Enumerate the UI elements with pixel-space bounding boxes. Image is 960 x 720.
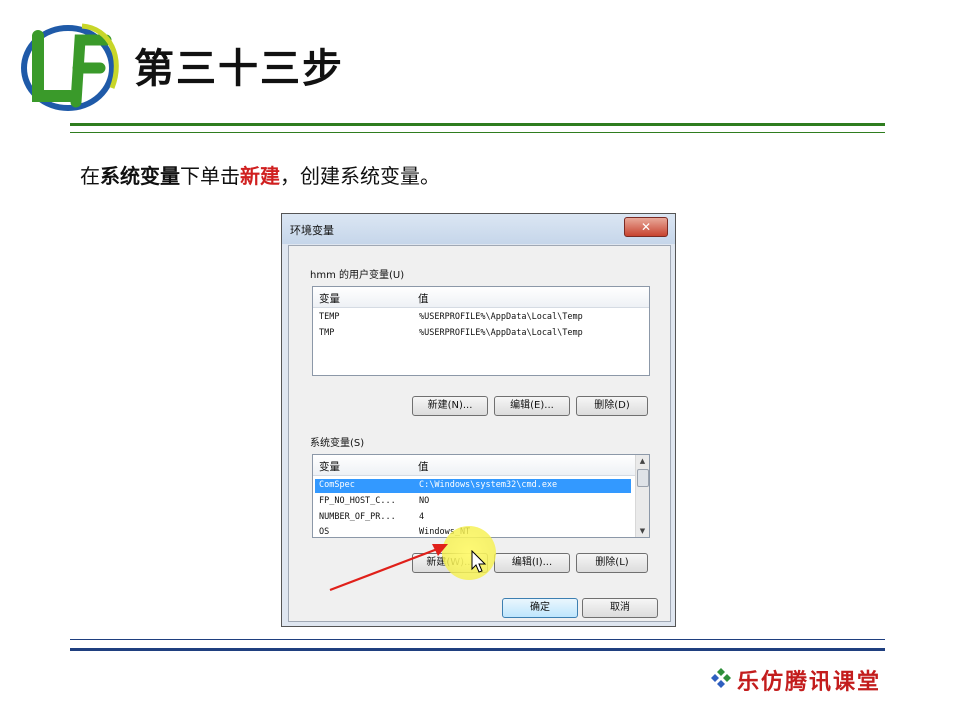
footer-divider	[70, 648, 885, 651]
var-name: TMP	[319, 328, 335, 338]
vertical-scrollbar[interactable]: ▲ ▼	[635, 455, 649, 537]
var-name: ComSpec	[319, 480, 355, 490]
user-new-button[interactable]: 新建(N)...	[412, 396, 488, 416]
list-header: 变量 值	[313, 455, 649, 476]
list-item[interactable]: TMP %USERPROFILE%\AppData\Local\Temp	[315, 327, 645, 341]
user-edit-button[interactable]: 编辑(E)...	[494, 396, 570, 416]
column-header-variable[interactable]: 变量	[319, 291, 340, 306]
ok-button[interactable]: 确定	[502, 598, 578, 618]
var-value: 4	[419, 512, 425, 522]
instruction-part: 在	[80, 164, 100, 188]
user-delete-button[interactable]: 删除(D)	[576, 396, 648, 416]
column-header-variable[interactable]: 变量	[319, 459, 340, 474]
scroll-thumb[interactable]	[637, 469, 649, 487]
instruction-keyword-system-vars: 系统变量	[100, 164, 180, 188]
system-variables-list[interactable]: 变量 值 ComSpec C:\Windows\system32\cmd.exe…	[312, 454, 650, 538]
var-value: %USERPROFILE%\AppData\Local\Temp	[419, 328, 583, 338]
var-value: NO	[419, 496, 430, 506]
column-header-value[interactable]: 值	[418, 291, 429, 306]
red-arrow-icon	[329, 544, 448, 592]
var-name: TEMP	[319, 312, 340, 322]
list-item[interactable]: FP_NO_HOST_C... NO	[315, 495, 631, 509]
list-item[interactable]: TEMP %USERPROFILE%\AppData\Local\Temp	[315, 311, 645, 325]
mouse-cursor-icon	[471, 550, 487, 573]
dialog-titlebar: 环境变量 ✕	[282, 214, 675, 244]
scroll-down-icon[interactable]: ▼	[636, 525, 649, 537]
system-delete-button[interactable]: 删除(L)	[576, 553, 648, 573]
scroll-up-icon[interactable]: ▲	[636, 455, 649, 467]
var-value: %USERPROFILE%\AppData\Local\Temp	[419, 312, 583, 322]
cancel-button[interactable]: 取消	[582, 598, 658, 618]
lf-logo-icon	[21, 23, 119, 111]
var-name: NUMBER_OF_PR...	[319, 512, 396, 522]
list-item-selected[interactable]: ComSpec C:\Windows\system32\cmd.exe	[315, 479, 631, 493]
header-divider-thin	[70, 132, 885, 133]
list-header: 变量 值	[313, 287, 649, 308]
var-name: FP_NO_HOST_C...	[319, 496, 396, 506]
column-header-value[interactable]: 值	[418, 459, 429, 474]
instruction-part: 下单击	[180, 164, 240, 188]
user-variables-label: hmm 的用户变量(U)	[310, 270, 405, 281]
user-variables-list[interactable]: 变量 值 TEMP %USERPROFILE%\AppData\Local\Te…	[312, 286, 650, 376]
instruction-part: ，创建系统变量。	[280, 164, 440, 188]
close-icon[interactable]: ✕	[624, 217, 668, 237]
slide-title: 第三十三步	[134, 46, 344, 92]
var-value: C:\Windows\system32\cmd.exe	[419, 480, 558, 490]
system-variables-label: 系统变量(S)	[310, 438, 365, 449]
instruction-text: 在系统变量下单击新建，创建系统变量。	[80, 160, 440, 189]
footer-divider-thin	[70, 639, 885, 640]
system-edit-button[interactable]: 编辑(I)...	[494, 553, 570, 573]
dialog-title: 环境变量	[290, 224, 334, 237]
diamond-cluster-icon	[711, 668, 731, 688]
instruction-keyword-new: 新建	[240, 164, 280, 188]
header-divider	[70, 123, 885, 126]
footer-brand: 乐仿腾讯课堂	[737, 669, 882, 695]
list-item[interactable]: NUMBER_OF_PR... 4	[315, 511, 631, 525]
environment-variables-dialog: 环境变量 ✕ hmm 的用户变量(U) 变量 值 TEMP %USERPROFI…	[281, 213, 676, 627]
